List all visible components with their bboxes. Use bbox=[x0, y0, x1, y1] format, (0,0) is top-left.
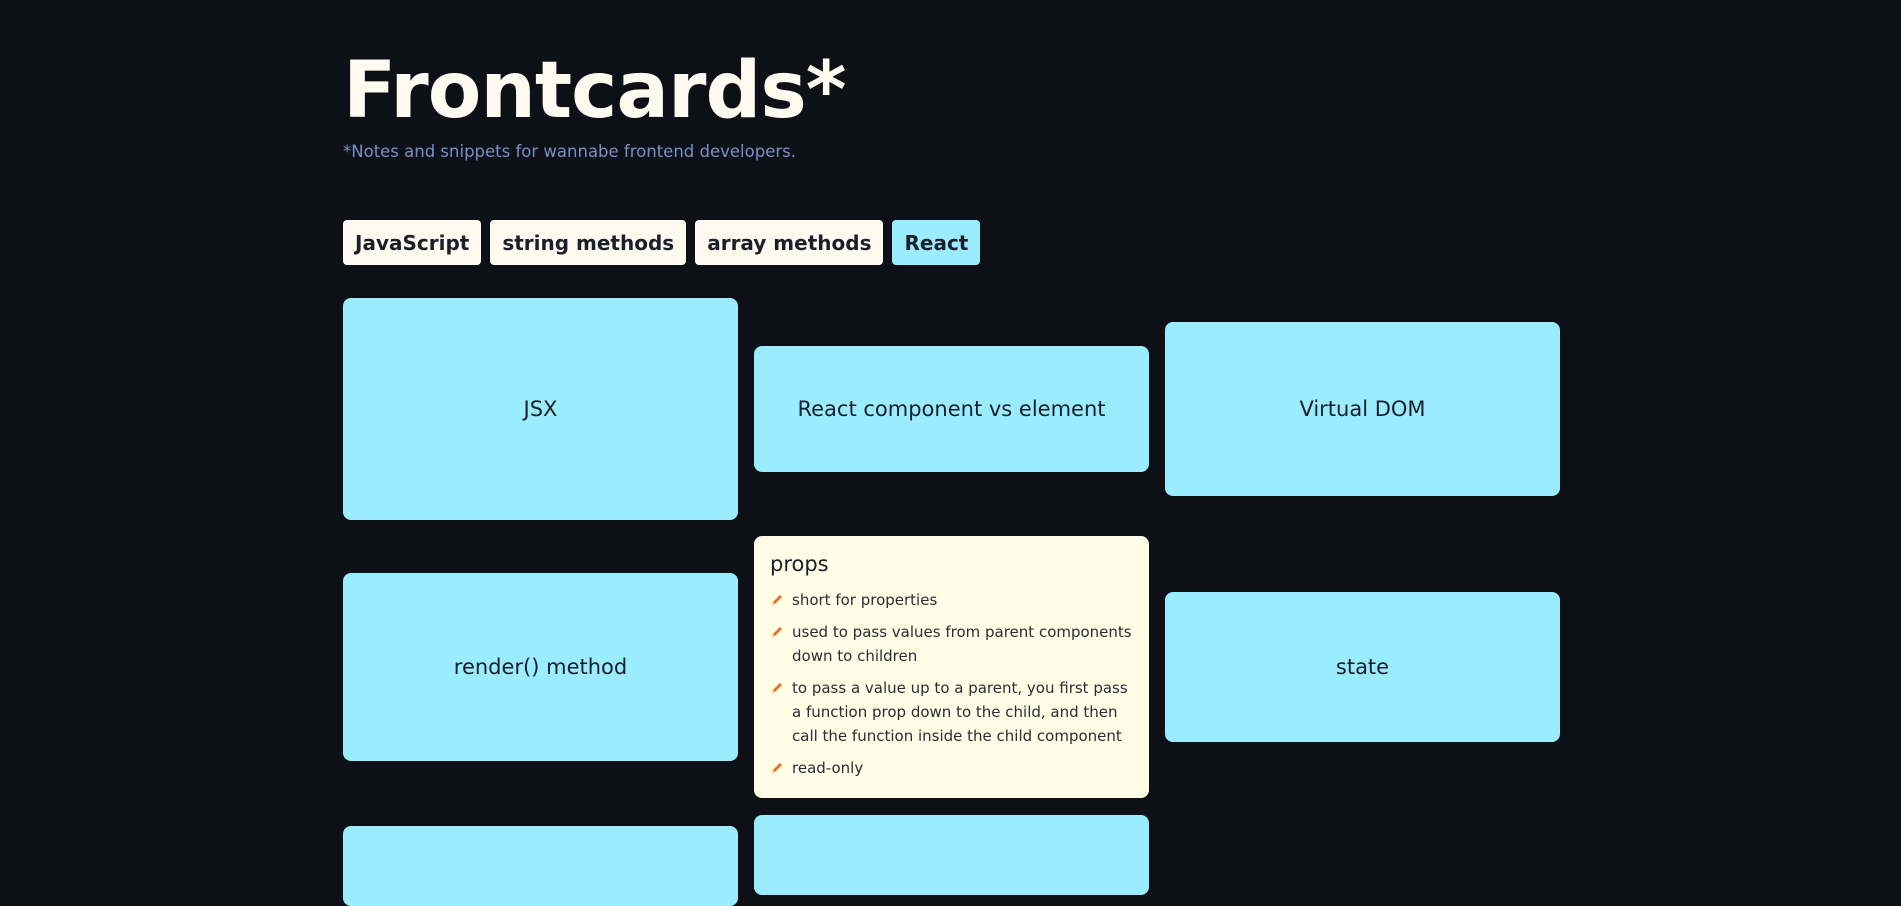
tab-react[interactable]: React bbox=[892, 220, 981, 265]
card-title: state bbox=[1335, 655, 1390, 679]
category-tabs: JavaScript string methods array methods … bbox=[343, 220, 981, 265]
list-item: read-only bbox=[770, 756, 1133, 780]
tab-array-methods[interactable]: array methods bbox=[695, 220, 884, 265]
list-item: used to pass values from parent componen… bbox=[770, 620, 1133, 668]
card-state[interactable]: state bbox=[1165, 592, 1560, 742]
note-text: read-only bbox=[792, 759, 864, 777]
note-text: to pass a value up to a parent, you firs… bbox=[792, 679, 1128, 745]
note-list: short for properties used to pass values… bbox=[770, 588, 1133, 780]
card-virtual-dom[interactable]: Virtual DOM bbox=[1165, 322, 1560, 496]
page-subtitle: *Notes and snippets for wannabe frontend… bbox=[343, 142, 796, 161]
card-render-method[interactable]: render() method bbox=[343, 573, 738, 761]
card-title: props bbox=[770, 552, 829, 576]
pencil-icon bbox=[772, 595, 782, 605]
pencil-icon bbox=[772, 627, 782, 637]
pencil-icon bbox=[772, 763, 782, 773]
card-props[interactable]: props short for properties used to pass … bbox=[754, 536, 1149, 798]
note-text: short for properties bbox=[792, 591, 938, 609]
page-title: Frontcards* bbox=[343, 46, 847, 136]
card-component-vs-element[interactable]: React component vs element bbox=[754, 346, 1149, 472]
card-partial[interactable] bbox=[754, 815, 1149, 895]
list-item: to pass a value up to a parent, you firs… bbox=[770, 676, 1133, 748]
card-title: render() method bbox=[453, 655, 628, 679]
list-item: short for properties bbox=[770, 588, 1133, 612]
card-jsx[interactable]: JSX bbox=[343, 298, 738, 520]
card-title: React component vs element bbox=[797, 397, 1106, 421]
tab-javascript[interactable]: JavaScript bbox=[343, 220, 482, 265]
card-title: Virtual DOM bbox=[1299, 397, 1426, 421]
card-title: JSX bbox=[523, 397, 558, 421]
card-partial[interactable] bbox=[343, 826, 738, 906]
tab-string-methods[interactable]: string methods bbox=[490, 220, 687, 265]
pencil-icon bbox=[772, 683, 782, 693]
note-text: used to pass values from parent componen… bbox=[792, 623, 1132, 665]
